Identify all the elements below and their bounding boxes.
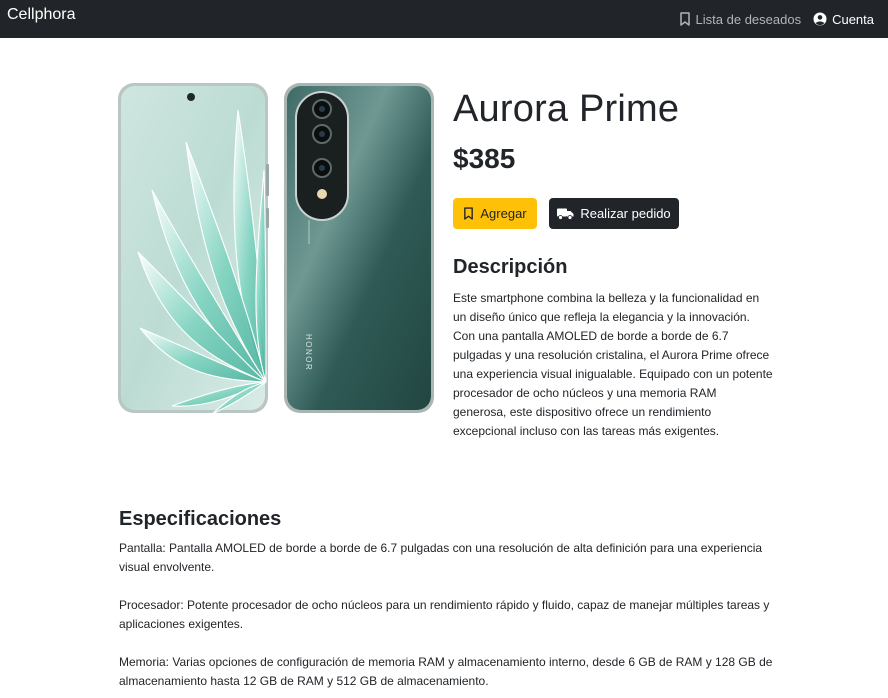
add-button-label: Agregar <box>480 206 527 221</box>
brand-link[interactable]: Cellphora <box>7 6 75 24</box>
wishlist-label: Lista de deseados <box>695 11 802 27</box>
spec-item-memoria: Memoria: Varias opciones de configuració… <box>119 655 773 688</box>
product-price: $385 <box>453 143 516 174</box>
nav-right: Lista de deseados Cuenta <box>679 0 874 38</box>
phone-front <box>118 83 269 415</box>
phone-back: HONOR <box>284 83 434 413</box>
account-link[interactable]: Cuenta <box>813 12 874 27</box>
product-image: HONOR <box>116 82 436 415</box>
order-button-label: Realizar pedido <box>580 206 671 221</box>
spec-item-procesador: Procesador: Potente procesador de ocho n… <box>119 598 770 631</box>
account-label: Cuenta <box>832 11 874 27</box>
product-title: Aurora Prime <box>453 88 680 130</box>
add-to-wishlist-button[interactable]: Agregar <box>453 198 537 229</box>
truck-icon <box>557 208 574 220</box>
place-order-button[interactable]: Realizar pedido <box>549 198 679 229</box>
user-circle-icon <box>813 12 827 26</box>
description-text: Este smartphone combina la belleza y la … <box>453 291 773 438</box>
wishlist-link[interactable]: Lista de deseados <box>679 11 802 27</box>
navbar: Cellphora Lista de deseados Cuenta <box>0 0 888 38</box>
bookmark-icon <box>464 207 474 220</box>
phone-brand-text: HONOR <box>304 334 313 371</box>
specs-list: Pantalla: Pantalla AMOLED de borde a bor… <box>119 539 779 698</box>
bookmark-icon <box>679 12 690 26</box>
spec-item-pantalla: Pantalla: Pantalla AMOLED de borde a bor… <box>119 541 763 574</box>
specs-heading: Especificaciones <box>119 508 282 530</box>
description-heading: Descripción <box>453 256 568 278</box>
